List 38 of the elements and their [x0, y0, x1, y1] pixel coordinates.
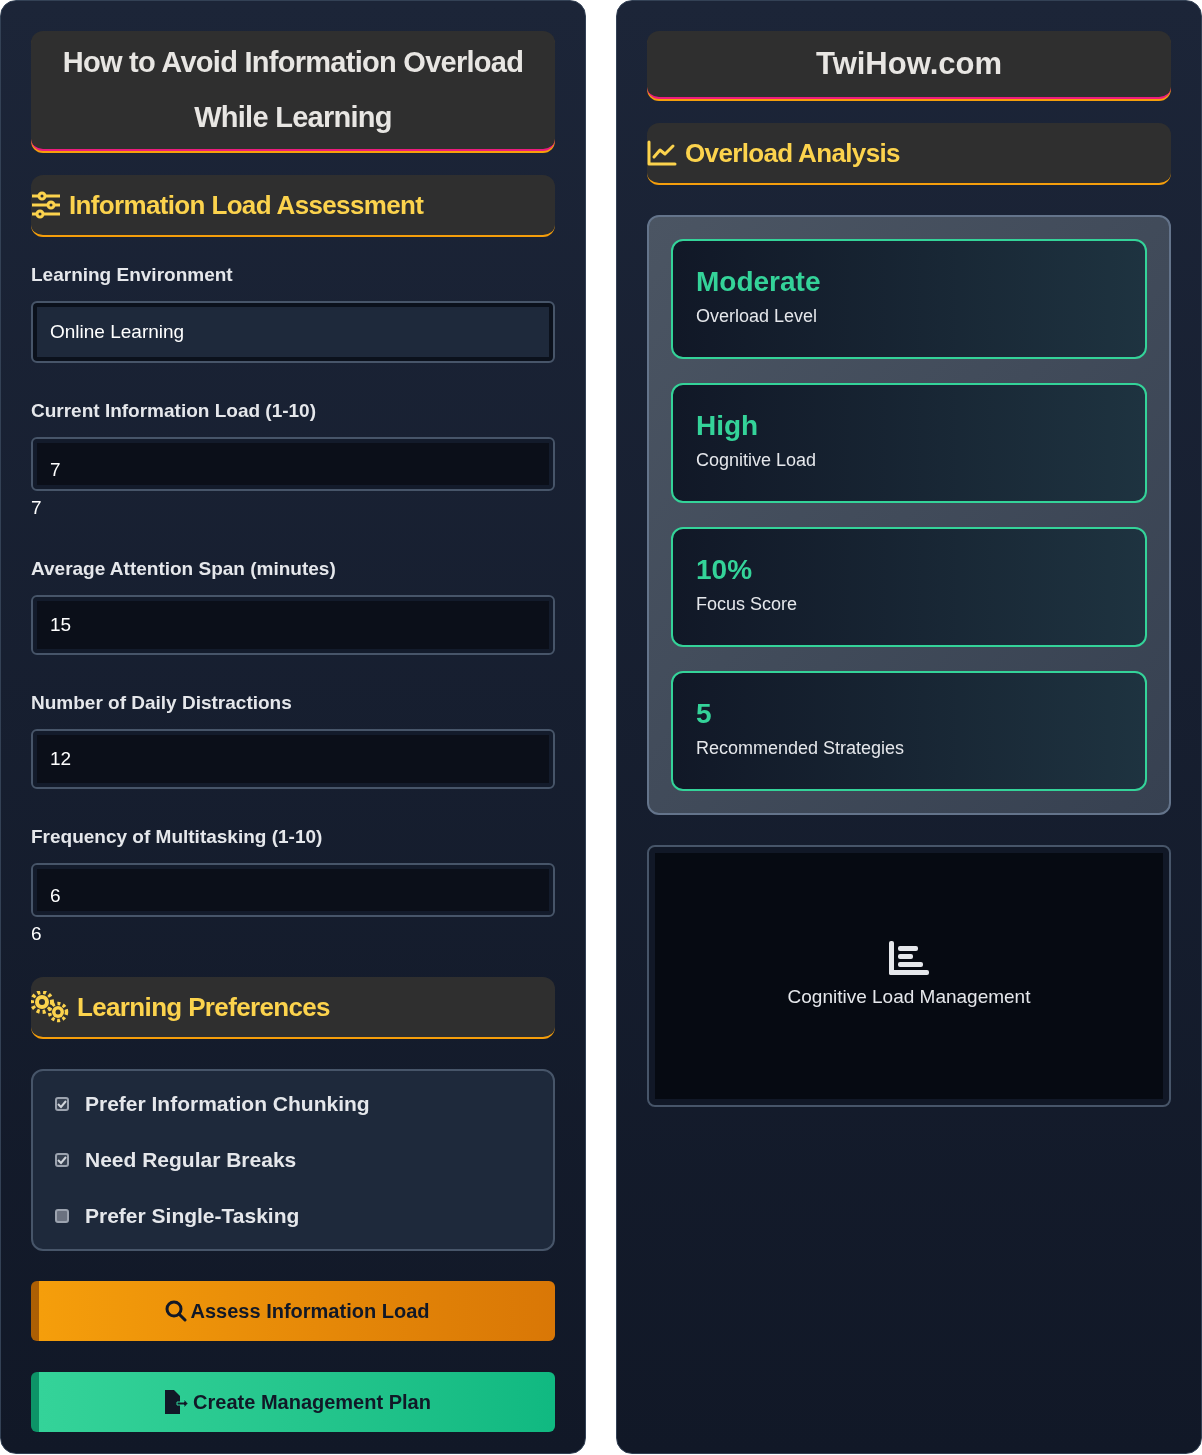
result-label: Focus Score: [696, 593, 798, 616]
plan-button[interactable]: Create Management Plan: [31, 1372, 555, 1432]
page-title: TwiHow.com: [647, 31, 1171, 99]
result-value: Moderate: [696, 265, 821, 299]
search-icon: [164, 1300, 187, 1322]
field-label: Frequency of Multitasking (1-10): [31, 825, 324, 849]
result-label: Recommended Strategies: [696, 737, 905, 760]
result-value: 10%: [696, 553, 753, 587]
line-chart-icon: [647, 140, 677, 166]
file-export-icon: [163, 1390, 190, 1414]
field-label: Average Attention Span (minutes): [31, 557, 337, 581]
section-title: Overload Analysis: [685, 136, 900, 170]
checkbox[interactable]: [55, 1097, 69, 1111]
result-value: High: [696, 409, 759, 443]
checkbox[interactable]: [55, 1153, 69, 1167]
slider-field[interactable]: 6: [31, 863, 555, 917]
assess-button[interactable]: Assess Information Load: [31, 1281, 555, 1341]
section-title: Learning Preferences: [77, 990, 330, 1024]
checkbox-label: Prefer Single-Tasking: [85, 1203, 300, 1229]
field-label: Learning Environment: [31, 263, 234, 287]
bar-chart-icon: [889, 940, 929, 975]
slider-field[interactable]: 7: [31, 437, 555, 491]
select-field[interactable]: Online Learning: [31, 301, 555, 363]
checkbox[interactable]: [55, 1209, 69, 1223]
section-title: Information Load Assessment: [69, 188, 424, 222]
checkbox-label: Need Regular Breaks: [85, 1147, 297, 1173]
number-field[interactable]: 12: [31, 729, 555, 789]
chart-label: Cognitive Load Management: [787, 984, 1031, 1009]
page-title: How to Avoid Information Overload While Learning: [31, 31, 555, 151]
slider-value: 7: [31, 496, 42, 520]
field-label: Number of Daily Distractions: [31, 691, 293, 715]
field-label: Current Information Load (1-10): [31, 399, 317, 423]
slider-value: 6: [31, 922, 42, 946]
result-value: 5: [696, 697, 712, 731]
result-label: Cognitive Load: [696, 449, 817, 472]
number-field[interactable]: 15: [31, 595, 555, 655]
checkbox-label: Prefer Information Chunking: [85, 1091, 370, 1117]
result-label: Overload Level: [696, 305, 818, 328]
